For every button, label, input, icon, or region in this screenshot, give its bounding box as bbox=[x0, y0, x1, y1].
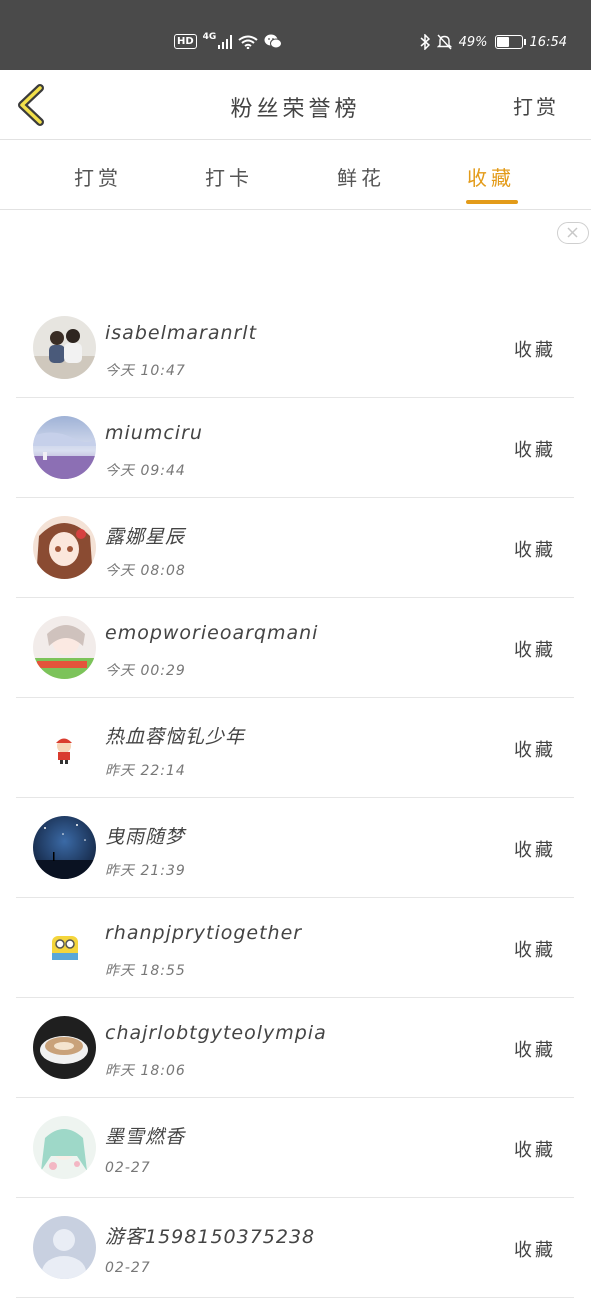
tab-favorites[interactable]: 收藏 bbox=[467, 162, 515, 191]
timestamp: 昨天 18:55 bbox=[105, 963, 186, 979]
user-name: 游客1598150375238 bbox=[105, 1226, 316, 1248]
tab-reward[interactable]: 打赏 bbox=[74, 162, 122, 191]
tab-bar: 打赏 打卡 鲜花 收藏 bbox=[0, 140, 591, 210]
list-item[interactable]: miumciru 今天 09:44 收藏 bbox=[16, 398, 574, 498]
close-button[interactable] bbox=[557, 222, 589, 244]
avatar bbox=[33, 916, 96, 979]
network-type: 4G bbox=[202, 31, 217, 42]
signal-icon bbox=[218, 34, 233, 49]
favorite-label: 收藏 bbox=[514, 440, 556, 461]
user-name: chajrlobtgyteolympia bbox=[105, 1022, 327, 1044]
favorite-label: 收藏 bbox=[514, 340, 556, 361]
app-header: 粉丝荣誉榜 打赏 bbox=[0, 70, 591, 140]
favorite-label: 收藏 bbox=[514, 640, 556, 661]
timestamp: 今天 00:29 bbox=[105, 663, 186, 679]
favorite-label: 收藏 bbox=[514, 1240, 556, 1261]
timestamp: 今天 08:08 bbox=[105, 563, 186, 579]
timestamp: 今天 10:47 bbox=[105, 363, 186, 379]
battery-icon bbox=[494, 35, 526, 49]
timestamp: 今天 09:44 bbox=[105, 463, 186, 479]
favorite-label: 收藏 bbox=[514, 940, 556, 961]
reward-button[interactable]: 打赏 bbox=[513, 91, 559, 120]
page-title: 粉丝荣誉榜 bbox=[230, 97, 361, 122]
avatar bbox=[33, 1116, 96, 1179]
avatar bbox=[33, 516, 96, 579]
list-item[interactable]: isabelmaranrlt 今天 10:47 收藏 bbox=[16, 298, 574, 398]
favorite-label: 收藏 bbox=[514, 840, 556, 861]
battery-percent: 49% bbox=[458, 34, 488, 50]
list-item[interactable]: rhanpjprytiogether 昨天 18:55 收藏 bbox=[16, 898, 574, 998]
user-name: miumciru bbox=[105, 422, 203, 444]
timestamp: 昨天 18:06 bbox=[105, 1063, 186, 1079]
fan-list: isabelmaranrlt 今天 10:47 收藏 miumciru 今天 0… bbox=[16, 298, 574, 1298]
user-name: 曳雨随梦 bbox=[105, 826, 186, 848]
avatar bbox=[33, 816, 96, 879]
timestamp: 昨天 22:14 bbox=[105, 763, 186, 779]
wifi-icon bbox=[238, 35, 258, 49]
user-name: 热血蓉恼钆少年 bbox=[105, 726, 246, 748]
close-icon bbox=[567, 227, 578, 238]
status-right: 49% 16:54 bbox=[420, 34, 567, 50]
status-bar: HD 4G 49% 16:54 bbox=[0, 0, 591, 70]
user-name: 墨雪燃香 bbox=[105, 1126, 186, 1148]
favorite-label: 收藏 bbox=[514, 540, 556, 561]
avatar bbox=[33, 316, 96, 379]
user-name: 露娜星辰 bbox=[105, 526, 186, 548]
list-item[interactable]: 露娜星辰 今天 08:08 收藏 bbox=[16, 498, 574, 598]
tab-checkin[interactable]: 打卡 bbox=[205, 162, 253, 191]
favorite-label: 收藏 bbox=[514, 1140, 556, 1161]
hd-badge: HD bbox=[174, 34, 197, 49]
bell-muted-icon bbox=[436, 34, 452, 50]
avatar bbox=[33, 416, 96, 479]
timestamp: 02-27 bbox=[105, 1160, 151, 1176]
list-item[interactable]: 墨雪燃香 02-27 收藏 bbox=[16, 1098, 574, 1198]
favorite-label: 收藏 bbox=[514, 1040, 556, 1061]
wechat-icon bbox=[264, 34, 283, 49]
clock: 16:54 bbox=[529, 34, 567, 50]
user-name: rhanpjprytiogether bbox=[105, 922, 303, 944]
active-tab-indicator bbox=[466, 200, 518, 204]
favorite-label: 收藏 bbox=[514, 740, 556, 761]
status-left: HD 4G bbox=[174, 31, 283, 49]
timestamp: 02-27 bbox=[105, 1260, 151, 1276]
avatar bbox=[33, 1016, 96, 1079]
avatar bbox=[33, 1216, 96, 1279]
bluetooth-icon bbox=[420, 34, 430, 50]
user-name: emopworieoarqmani bbox=[105, 622, 319, 644]
list-item[interactable]: emopworieoarqmani 今天 00:29 收藏 bbox=[16, 598, 574, 698]
list-item[interactable]: 曳雨随梦 昨天 21:39 收藏 bbox=[16, 798, 574, 898]
avatar bbox=[33, 616, 96, 679]
timestamp: 昨天 21:39 bbox=[105, 863, 186, 879]
avatar bbox=[33, 716, 96, 779]
list-item[interactable]: 游客1598150375238 02-27 收藏 bbox=[16, 1198, 574, 1298]
tab-flowers[interactable]: 鲜花 bbox=[337, 162, 385, 191]
list-item[interactable]: chajrlobtgyteolympia 昨天 18:06 收藏 bbox=[16, 998, 574, 1098]
list-item[interactable]: 热血蓉恼钆少年 昨天 22:14 收藏 bbox=[16, 698, 574, 798]
user-name: isabelmaranrlt bbox=[105, 322, 258, 344]
